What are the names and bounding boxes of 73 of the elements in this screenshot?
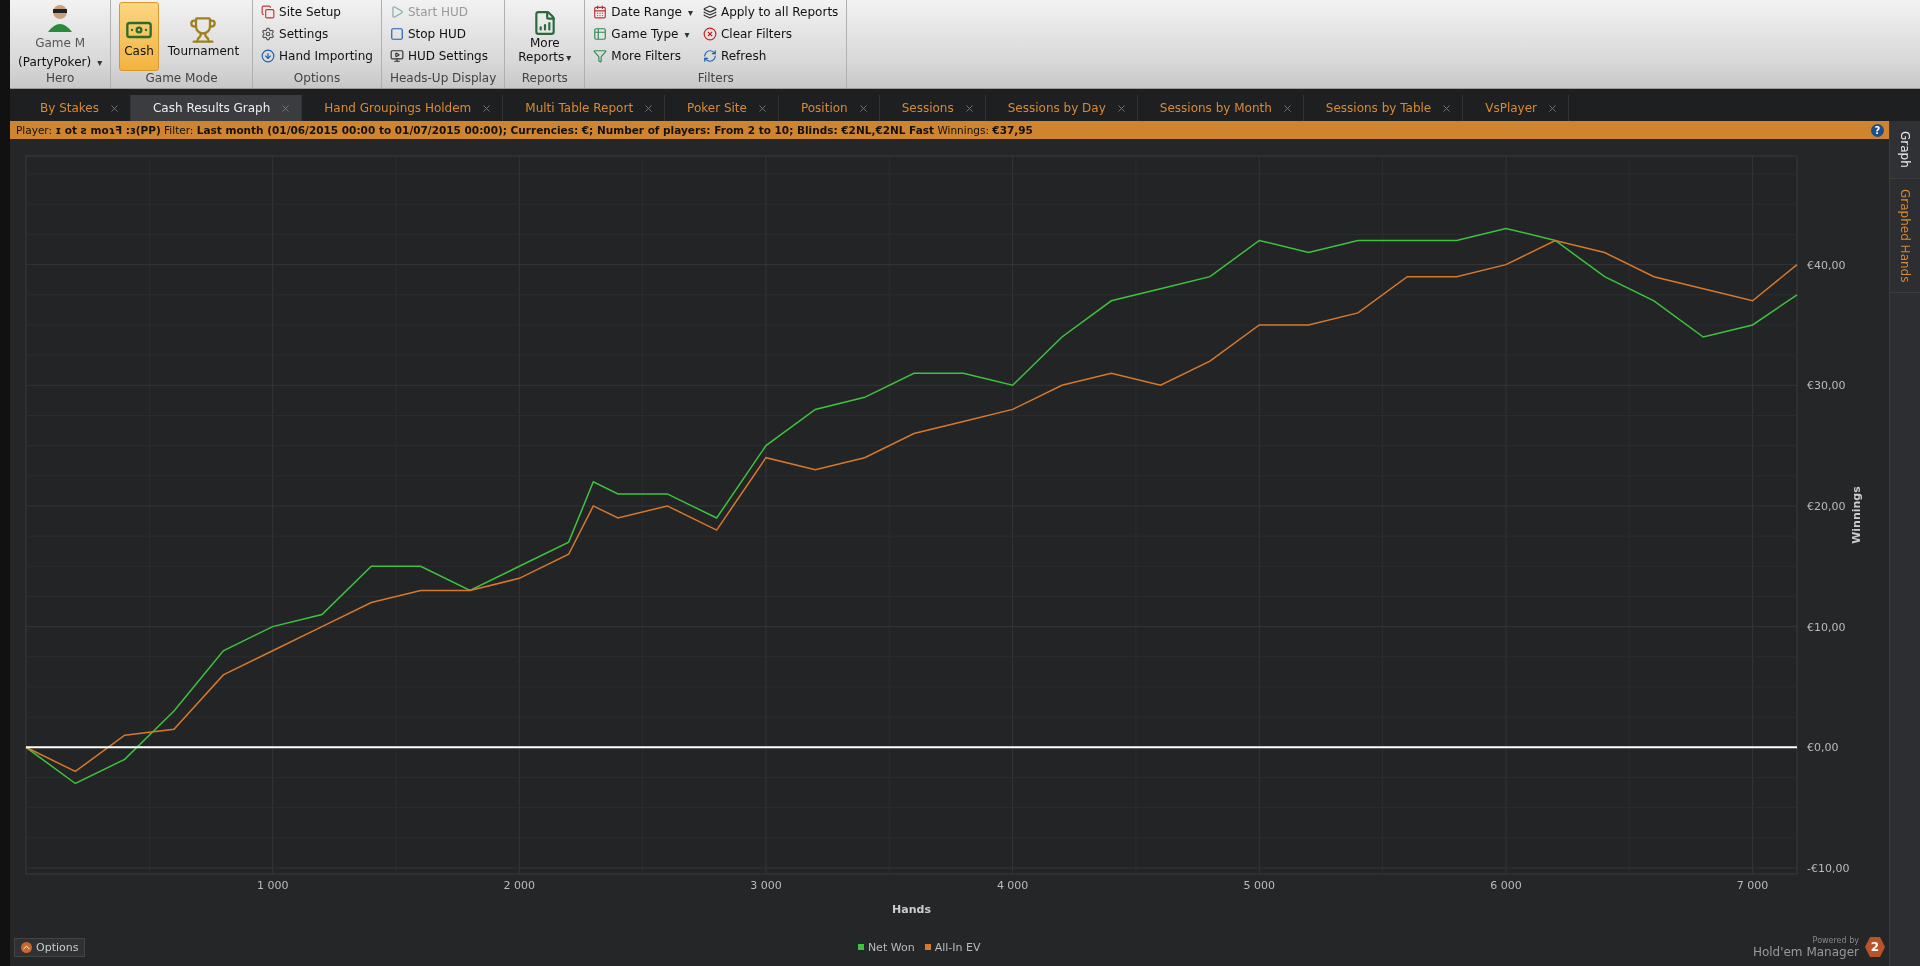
close-icon[interactable] (643, 102, 655, 114)
game-mode-button[interactable]: Cash (119, 2, 159, 71)
x-tick-label: 6 000 (1490, 879, 1522, 892)
group-label: Game Mode (144, 71, 219, 87)
x-tick-label: 2 000 (503, 879, 536, 892)
ribbon-button[interactable]: Settings (261, 24, 373, 44)
stop-icon (389, 27, 404, 41)
x-axis-title: Hands (892, 903, 931, 916)
report-tab[interactable]: Cash Results Graph (131, 95, 303, 121)
close-icon[interactable] (481, 102, 493, 114)
group-label: Reports (520, 71, 569, 87)
clear-icon (702, 27, 717, 41)
brand-name: Hold'em Manager (1752, 944, 1859, 959)
close-icon[interactable] (756, 102, 768, 114)
calendar-icon (593, 5, 608, 19)
legend-item: All-In EV (924, 940, 981, 954)
close-icon[interactable] (1281, 102, 1293, 114)
hero-site-dropdown[interactable]: (PartyPoker) ▾ (18, 54, 103, 70)
x-tick-label: 3 000 (750, 879, 782, 892)
trophy-icon (189, 15, 218, 44)
close-icon[interactable] (1441, 102, 1453, 114)
options-button[interactable]: Options (14, 937, 86, 957)
close-icon[interactable] (109, 102, 120, 114)
x-tick-label: 5 000 (1243, 879, 1276, 892)
ribbon-button[interactable]: Game Type ▾ (593, 24, 693, 44)
game-mode-button[interactable]: Tournament (162, 2, 245, 71)
y-tick-label: €0,00 (1807, 741, 1839, 755)
table-icon (593, 27, 608, 41)
x-tick-label: 4 000 (996, 879, 1029, 892)
x-tick-label: 7 000 (1736, 879, 1769, 892)
y-tick-label: €10,00 (1807, 620, 1846, 634)
download-icon (261, 49, 276, 63)
filter-icon (593, 49, 608, 63)
legend-item: Net Won (857, 940, 915, 954)
ribbon-button[interactable]: Site Setup (261, 2, 373, 22)
ribbon-button[interactable]: More Filters (593, 46, 693, 66)
ribbon-button[interactable]: Refresh (702, 46, 839, 66)
ribbon-button[interactable]: Date Range ▾ (593, 2, 693, 22)
help-button[interactable]: ? (1871, 123, 1884, 137)
hero-name: Game M (35, 36, 86, 50)
group-label: Filters (696, 71, 735, 87)
ribbon-button[interactable]: Stop HUD (389, 24, 488, 44)
ribbon-button[interactable]: Apply to all Reports (702, 2, 839, 22)
close-icon[interactable] (857, 102, 869, 114)
play-icon (389, 5, 404, 19)
group-label: Hero (44, 71, 76, 87)
y-tick-label: €40,00 (1807, 258, 1846, 272)
y-axis-title: Winnings (1850, 486, 1863, 544)
chevron-up-icon (21, 941, 32, 953)
close-icon[interactable] (1115, 102, 1127, 114)
layers-icon (702, 5, 717, 19)
ribbon-button[interactable]: HUD Settings (389, 46, 488, 66)
more-reports-button[interactable]: More Reports ▾ (513, 2, 577, 71)
group-label: Options (292, 71, 342, 87)
ribbon-button[interactable]: Hand Importing (261, 46, 373, 66)
close-icon[interactable] (1547, 102, 1559, 114)
filter-summary: Player: ɪ ot ƨ moɿꟻ :ɜ(PP) Filter: Last month (01/06/2015 00:00 to 01/07/2015 00:00); Currencies: €; Number of players: From 2 to 10; Blinds: €2NL,€2NL Fast Winnings: €37,95 (16, 124, 1033, 136)
x-tick-label: 1 000 (256, 879, 289, 892)
site-setup-icon (261, 5, 276, 19)
powered-by-text: Powered by (1812, 935, 1859, 945)
ribbon-button[interactable]: Clear Filters (702, 24, 839, 44)
brand-badge: 2 (1865, 937, 1885, 957)
close-icon[interactable] (963, 102, 975, 114)
y-tick-label: €30,00 (1807, 379, 1846, 393)
refresh-icon (702, 49, 717, 63)
close-icon[interactable] (280, 102, 292, 114)
side-tab[interactable]: Graph (1890, 121, 1920, 179)
gear-icon (261, 27, 276, 41)
y-tick-label: -€10,00 (1807, 861, 1850, 875)
side-tab[interactable]: Graphed Hands (1890, 178, 1920, 294)
y-tick-label: €20,00 (1807, 499, 1846, 513)
group-label: Heads-Up Display (389, 71, 497, 87)
monitor-icon (389, 49, 404, 63)
